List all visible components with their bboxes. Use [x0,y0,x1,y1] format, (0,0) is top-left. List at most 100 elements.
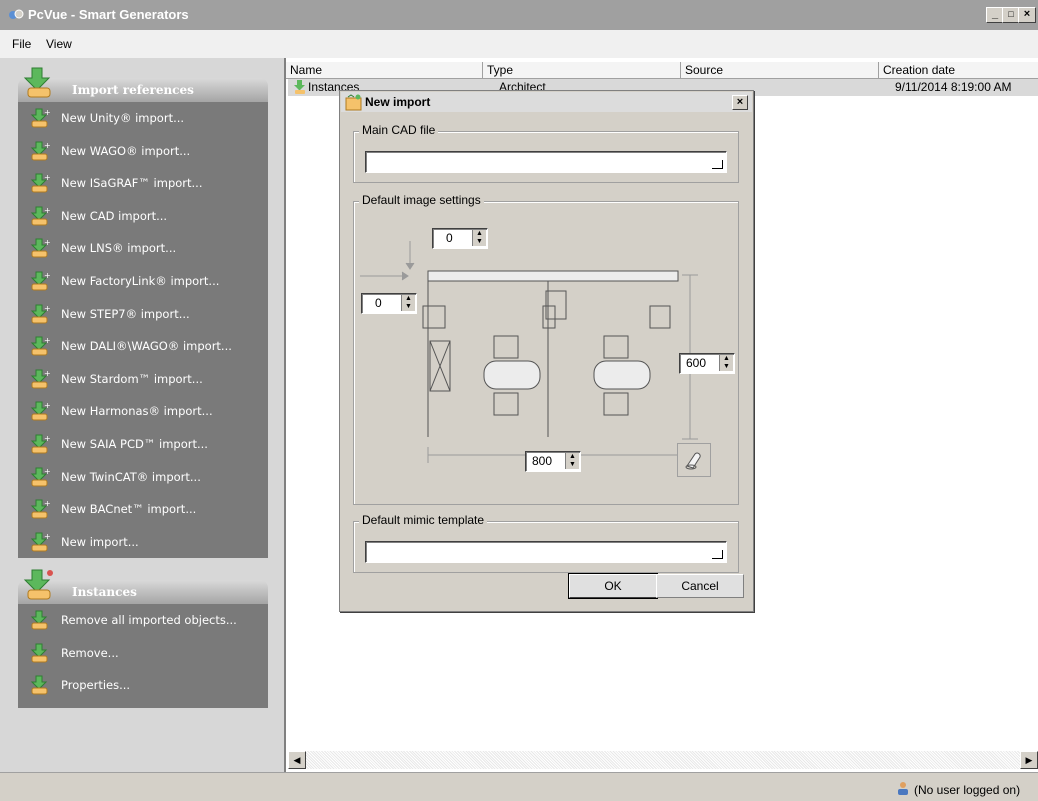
import-menu-item[interactable]: + New LNS® import... [18,232,268,264]
menu-item-label: New LNS® import... [61,241,177,256]
spinner-arrows-icon[interactable]: ▲ ▼ [719,355,733,371]
column-header-source[interactable]: Source [681,62,879,79]
menu-bar: File View [0,30,1038,59]
instance-action-icon [30,643,48,663]
svg-text:+: + [44,271,50,280]
top-offset-spinner[interactable]: 0 ▲ ▼ [432,228,488,249]
import-menu-item[interactable]: + New DALI®\WAGO® import... [18,330,268,362]
svg-text:+: + [44,108,50,117]
top-offset-value: 0 [446,231,453,245]
menu-item-label: New FactoryLink® import... [61,274,220,288]
import-references-icon [23,67,51,98]
left-offset-spinner[interactable]: 0 ▲ ▼ [361,293,417,314]
import-menu-item[interactable]: + New BACnet™ import... [18,493,268,525]
add-import-icon: + [30,434,50,454]
width-spinner[interactable]: 800 ▲ ▼ [525,451,581,472]
add-import-icon: + [30,206,50,226]
import-menu-item[interactable]: + New ISaGRAF™ import... [18,167,268,199]
new-import-icon [345,94,362,111]
instance-menu-item[interactable]: Properties... [18,669,268,701]
menu-item-label: New BACnet™ import... [61,502,197,517]
import-menu-item[interactable]: + New TwinCAT® import... [18,461,268,493]
close-button[interactable]: × [1018,7,1036,23]
add-import-icon: + [30,336,50,356]
menu-item-label: New ISaGRAF™ import... [61,176,203,191]
menu-item-label: New WAGO® import... [61,143,191,158]
add-import-icon: + [30,173,50,193]
eraser-icon [685,452,701,470]
menu-item-label: New SAIA PCD™ import... [61,437,208,451]
instances-list: Remove all imported objects... Remove... P… [18,604,268,708]
menu-item-label: Remove... [61,645,119,660]
dialog-title: New import [365,95,431,109]
spinner-arrows-icon[interactable]: ▲ ▼ [401,295,415,311]
svg-text:+: + [44,336,50,345]
add-import-icon: + [30,499,50,519]
title-bar: PcVue - Smart Generators _ □ × [0,0,1038,30]
menu-item-label: Properties... [61,678,131,693]
menu-item-label: New STEP7® import... [61,306,190,321]
import-menu-item[interactable]: + New SAIA PCD™ import... [18,428,268,460]
menu-item-label: New import... [61,534,139,549]
add-import-icon: + [30,141,50,161]
mimic-template-field[interactable] [365,541,727,563]
browse-icon[interactable] [712,160,723,169]
svg-text:+: + [44,141,50,150]
svg-text:+: + [44,499,50,508]
height-spinner[interactable]: 600 ▲ ▼ [679,353,735,374]
mimic-template-label: Default mimic template [359,513,488,527]
horizontal-scrollbar[interactable]: ◀ ▶ [288,751,1038,769]
svg-text:+: + [44,304,50,313]
cad-preview-image [360,241,698,463]
dialog-close-button[interactable]: × [732,95,748,110]
scroll-left-icon[interactable]: ◀ [288,751,306,769]
left-offset-value: 0 [375,296,382,310]
main-cad-field[interactable] [365,151,727,173]
svg-text:+: + [44,532,50,541]
dialog-title-bar: New import × [341,92,752,112]
sidebar: Import references + New Unity® import... +… [0,58,284,772]
menu-item-label: New Unity® import... [61,111,185,125]
add-import-icon: + [30,532,50,552]
user-icon [898,782,908,795]
instances-row-icon [294,80,305,94]
instance-menu-item[interactable]: Remove all imported objects... [18,604,268,636]
instances-title: Instances [72,585,137,599]
add-import-icon: + [30,271,50,291]
svg-text:+: + [44,369,50,378]
import-menu-item[interactable]: + New Unity® import... [18,102,268,134]
app-icon [9,9,24,19]
menu-item-label: New DALI®\WAGO® import... [61,339,232,354]
import-menu-item[interactable]: + New FactoryLink® import... [18,265,268,297]
width-value: 800 [532,454,553,468]
import-menu-item[interactable]: + New Harmonas® import... [18,395,268,427]
menu-file[interactable]: File [12,37,31,51]
svg-text:+: + [44,467,50,476]
column-header-creation-date[interactable]: Creation date [879,62,1038,79]
scroll-right-icon[interactable]: ▶ [1020,751,1038,769]
svg-text:+: + [44,206,50,215]
import-menu-item[interactable]: + New CAD import... [18,200,268,232]
import-menu-item[interactable]: + New STEP7® import... [18,298,268,330]
menu-item-label: Remove all imported objects... [61,613,237,627]
instance-action-icon [30,610,48,630]
menu-item-label: New Harmonas® import... [61,404,213,419]
spinner-arrows-icon[interactable]: ▲ ▼ [472,230,486,246]
column-header-name[interactable]: Name [286,62,483,79]
ok-button[interactable]: OK [569,574,657,598]
spinner-arrows-icon[interactable]: ▲ ▼ [565,453,579,469]
instance-menu-item[interactable]: Remove... [18,637,268,669]
import-menu-item[interactable]: + New import... [18,526,268,558]
browse-icon[interactable] [712,550,723,559]
cancel-button[interactable]: Cancel [656,574,744,598]
add-import-icon: + [30,401,50,421]
add-import-icon: + [30,108,50,128]
menu-view[interactable]: View [46,37,72,51]
import-references-title: Import references [72,83,194,97]
column-header-type[interactable]: Type [483,62,681,79]
svg-text:+: + [44,434,50,443]
reset-size-button[interactable] [677,443,711,477]
menu-item-label: New Stardom™ import... [61,371,203,386]
import-menu-item[interactable]: + New Stardom™ import... [18,363,268,395]
import-menu-item[interactable]: + New WAGO® import... [18,135,268,167]
